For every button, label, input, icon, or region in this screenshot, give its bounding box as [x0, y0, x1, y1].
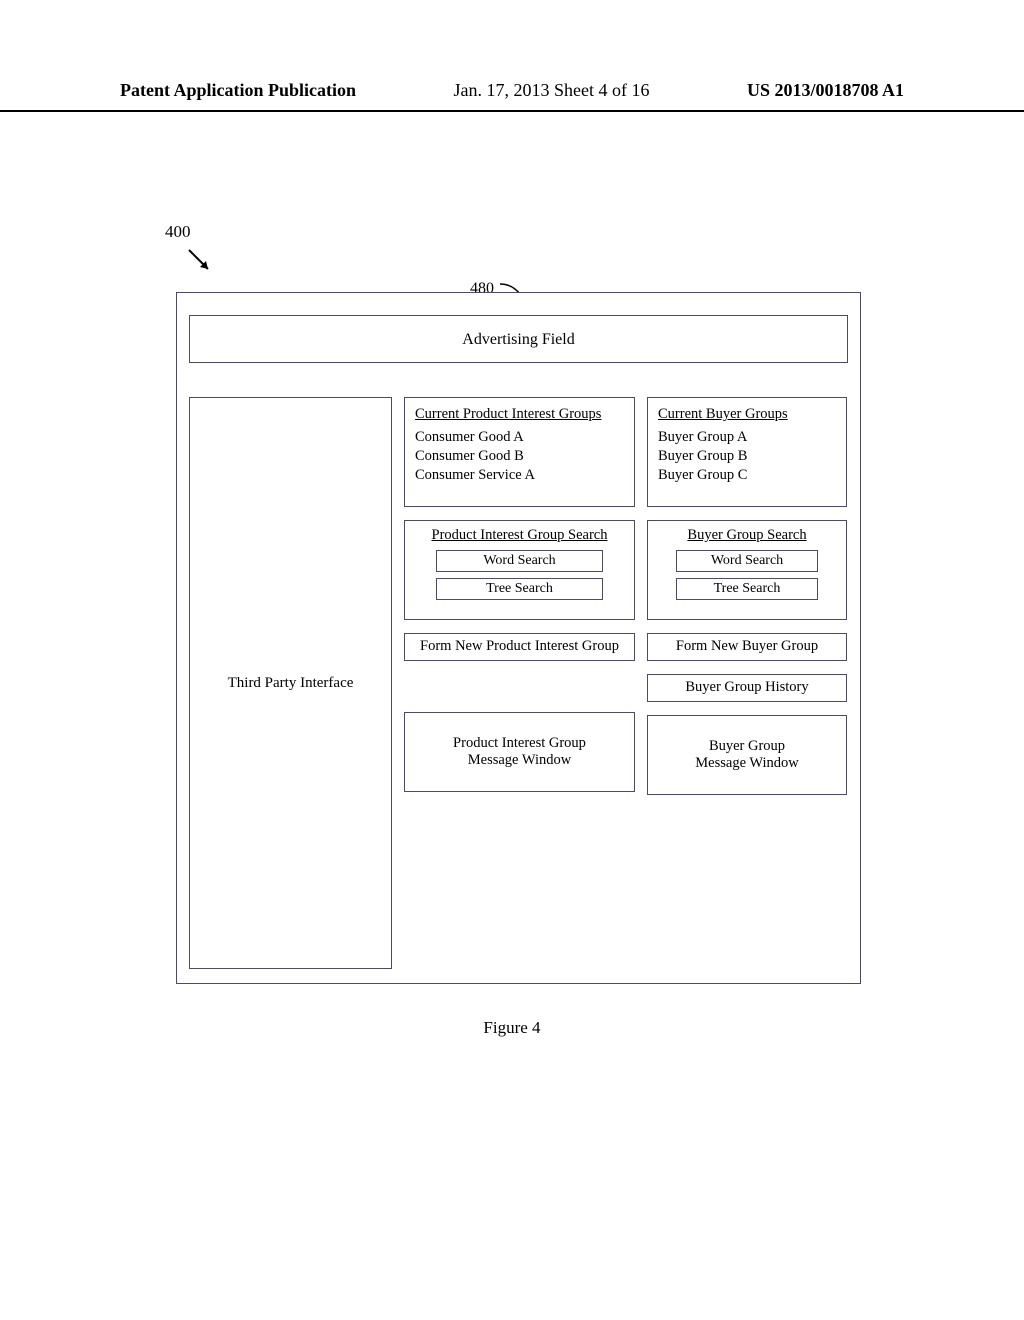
- figure-caption: Figure 4: [0, 1018, 1024, 1038]
- product-interest-item: Consumer Good B: [415, 448, 624, 465]
- form-new-buyer-group-button[interactable]: Form New Buyer Group: [647, 633, 847, 661]
- figure-container: Advertising Field Third Party Interface …: [176, 292, 861, 984]
- buyer-group-history-button[interactable]: Buyer Group History: [647, 674, 847, 702]
- third-party-interface-label: Third Party Interface: [228, 675, 354, 692]
- message-window-line2: Message Window: [453, 752, 586, 769]
- header-right: US 2013/0018708 A1: [747, 80, 904, 101]
- message-window-line1: Buyer Group: [695, 738, 798, 755]
- header-center: Jan. 17, 2013 Sheet 4 of 16: [454, 80, 650, 101]
- product-interest-item: Consumer Service A: [415, 467, 624, 484]
- form-new-product-interest-group-button[interactable]: Form New Product Interest Group: [404, 633, 635, 661]
- product-interest-group-search-title: Product Interest Group Search: [415, 527, 624, 544]
- product-interest-item: Consumer Good A: [415, 429, 624, 446]
- arrow-icon: [186, 247, 216, 277]
- message-window-line2: Message Window: [695, 755, 798, 772]
- buyer-group-message-window: Buyer Group Message Window: [647, 715, 847, 795]
- ref-400-label: 400: [165, 222, 191, 242]
- message-window-line1: Product Interest Group: [453, 735, 586, 752]
- buyer-group-column: Current Buyer Groups Buyer Group A Buyer…: [647, 397, 847, 808]
- word-search-button[interactable]: Word Search: [676, 550, 818, 572]
- current-product-interest-groups-box: Current Product Interest Groups Consumer…: [404, 397, 635, 507]
- product-interest-group-message-window: Product Interest Group Message Window: [404, 712, 635, 792]
- word-search-button[interactable]: Word Search: [436, 550, 603, 572]
- buyer-group-search-title: Buyer Group Search: [658, 527, 836, 544]
- third-party-interface-box: Third Party Interface: [189, 397, 392, 969]
- product-interest-column: Current Product Interest Groups Consumer…: [404, 397, 635, 805]
- current-buyer-groups-title: Current Buyer Groups: [658, 406, 836, 423]
- buyer-group-item: Buyer Group B: [658, 448, 836, 465]
- spacer: [404, 674, 635, 712]
- advertising-field-box: Advertising Field: [189, 315, 848, 363]
- buyer-group-item: Buyer Group A: [658, 429, 836, 446]
- advertising-field-label: Advertising Field: [462, 331, 574, 348]
- tree-search-button[interactable]: Tree Search: [436, 578, 603, 600]
- header-divider: [0, 110, 1024, 112]
- buyer-group-search-box: Buyer Group Search Word Search Tree Sear…: [647, 520, 847, 620]
- buyer-group-item: Buyer Group C: [658, 467, 836, 484]
- header-left: Patent Application Publication: [120, 80, 356, 101]
- product-interest-groups-title: Current Product Interest Groups: [415, 406, 624, 423]
- product-interest-group-search-box: Product Interest Group Search Word Searc…: [404, 520, 635, 620]
- tree-search-button[interactable]: Tree Search: [676, 578, 818, 600]
- current-buyer-groups-box: Current Buyer Groups Buyer Group A Buyer…: [647, 397, 847, 507]
- page-header: Patent Application Publication Jan. 17, …: [0, 80, 1024, 101]
